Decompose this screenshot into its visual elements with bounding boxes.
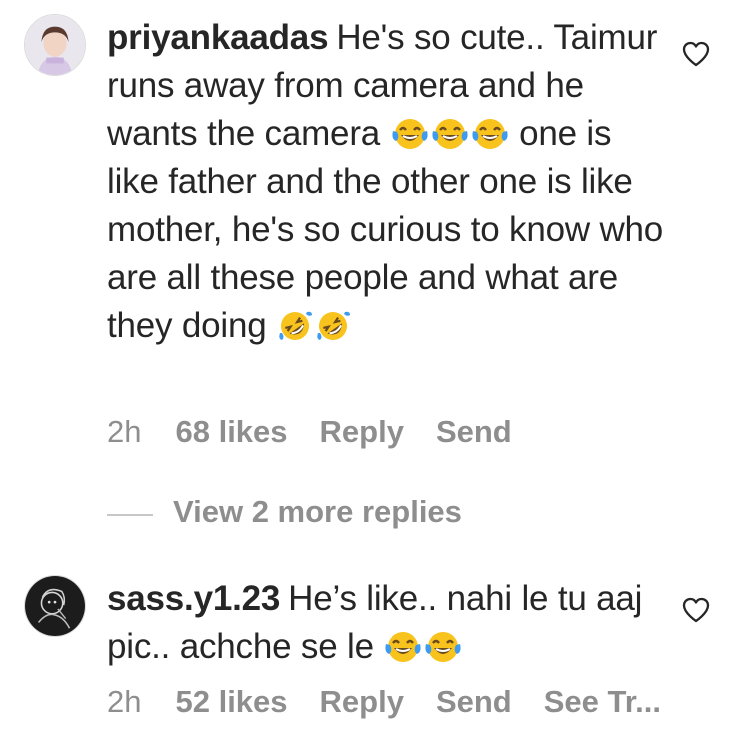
view-more-replies-label[interactable]: View 2 more replies bbox=[173, 494, 462, 530]
reply-button[interactable]: Reply bbox=[320, 684, 404, 719]
avatar[interactable] bbox=[24, 14, 86, 76]
username[interactable]: priyankaadas bbox=[107, 18, 329, 57]
avatar-photo bbox=[25, 15, 85, 75]
timestamp: 2h bbox=[107, 684, 142, 719]
like-heart-icon[interactable] bbox=[681, 40, 711, 68]
timestamp: 2h bbox=[107, 414, 142, 449]
send-button[interactable]: Send bbox=[436, 414, 512, 449]
avatar-photo bbox=[25, 576, 85, 636]
rolling-on-the-floor-laughing-icon bbox=[315, 309, 351, 343]
send-button[interactable]: Send bbox=[436, 684, 512, 719]
laughing-tears-emoji-group bbox=[390, 114, 520, 153]
likes-count[interactable]: 52 likes bbox=[175, 684, 287, 719]
reply-button[interactable]: Reply bbox=[320, 414, 404, 449]
avatar[interactable] bbox=[24, 575, 86, 637]
laughing-tears-emoji-group bbox=[374, 627, 464, 666]
like-heart-icon[interactable] bbox=[681, 596, 711, 624]
see-translation-button[interactable]: See Tr... bbox=[544, 684, 661, 719]
comment-text: priyankaadas He's so cute.. Taimur runs a… bbox=[107, 14, 667, 350]
face-with-tears-of-joy-icon bbox=[391, 117, 429, 151]
face-with-tears-of-joy-icon bbox=[431, 117, 469, 151]
rolling-on-the-floor-laughing-icon bbox=[277, 309, 313, 343]
divider-line bbox=[107, 514, 153, 516]
comment-actions: 2h 52 likes Reply Send See Tr... bbox=[107, 684, 661, 720]
rolling-laughing-emoji-group bbox=[267, 306, 353, 345]
comment-text: sass.y1.23 He’s like.. nahi le tu aaj pic… bbox=[107, 575, 667, 671]
view-more-replies[interactable]: View 2 more replies bbox=[107, 494, 527, 534]
comment-actions: 2h 68 likes Reply Send bbox=[107, 414, 544, 450]
username[interactable]: sass.y1.23 bbox=[107, 579, 280, 618]
face-with-tears-of-joy-icon bbox=[424, 630, 462, 664]
face-with-tears-of-joy-icon bbox=[471, 117, 509, 151]
face-with-tears-of-joy-icon bbox=[384, 630, 422, 664]
likes-count[interactable]: 68 likes bbox=[175, 414, 287, 449]
